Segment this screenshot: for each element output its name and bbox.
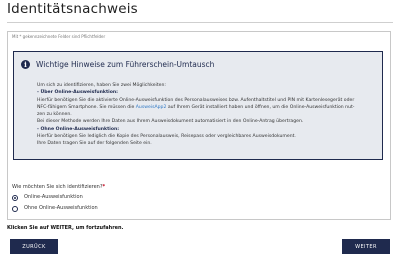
- offline-option-text: Ihre Daten tragen Sie auf der folgenden …: [37, 141, 152, 147]
- info-icon: i: [21, 60, 30, 69]
- ausweisapp-link[interactable]: AusweisApp2: [136, 105, 167, 110]
- online-option-text: NFC-fähigem Smartphone. Sie müssen die: [37, 104, 136, 110]
- page-title: Identitätsnachweis: [7, 1, 138, 17]
- required-marker: *: [102, 184, 106, 190]
- identification-question: Wie möchten Sie sich identifizieren?*: [12, 184, 105, 191]
- offline-option-heading: - Ohne Online-Ausweisfunktion:: [37, 126, 120, 132]
- info-notice: i Wichtige Hinweise zum Führerschein-Umt…: [13, 51, 383, 160]
- online-option-text: auf Ihrem Gerät installiert haben und öf…: [166, 104, 355, 110]
- radio-unselected-icon[interactable]: [12, 205, 18, 212]
- next-button[interactable]: WEITER: [342, 239, 390, 254]
- radio-label-without-online-id: Ohne Online-Ausweisfunktion: [24, 205, 98, 211]
- online-option-text: Bei dieser Methode werden Ihre Daten aus…: [37, 119, 304, 125]
- info-heading: Wichtige Hinweise zum Führerschein-Umtau…: [36, 60, 215, 69]
- radio-selected-icon[interactable]: [12, 194, 18, 201]
- info-body: Um sich zu identifizieren, haben Sie zwe…: [37, 82, 377, 148]
- back-button[interactable]: ZURÜCK: [10, 239, 58, 254]
- offline-option-text: Hierfür benötigen Sie lediglich die Kopi…: [37, 134, 296, 140]
- radio-online-id[interactable]: Online-Ausweisfunktion: [12, 194, 83, 201]
- radio-without-online-id[interactable]: Ohne Online-Ausweisfunktion: [12, 205, 98, 212]
- online-option-text: zen zu können.: [37, 112, 72, 118]
- continue-hint: Klicken Sie auf WEITER, um fortzufahren.: [7, 225, 124, 231]
- required-fields-note: Mit * gekennzeichnete Felder sind Pflich…: [12, 34, 106, 39]
- identification-form: Mit * gekennzeichnete Felder sind Pflich…: [7, 31, 391, 220]
- online-option-text: Hierfür benötigen Sie die aktivierte Onl…: [37, 97, 355, 103]
- online-option-heading: - Über Online-Ausweisfunktion:: [37, 90, 118, 96]
- title-divider: [7, 22, 393, 23]
- question-label: Wie möchten Sie sich identifizieren?: [12, 184, 103, 190]
- online-option-text: NFC-fähigem Smartphone. Sie müssen die A…: [37, 104, 377, 111]
- info-intro: Um sich zu identifizieren, haben Sie zwe…: [37, 83, 166, 88]
- radio-label-online-id: Online-Ausweisfunktion: [24, 194, 83, 200]
